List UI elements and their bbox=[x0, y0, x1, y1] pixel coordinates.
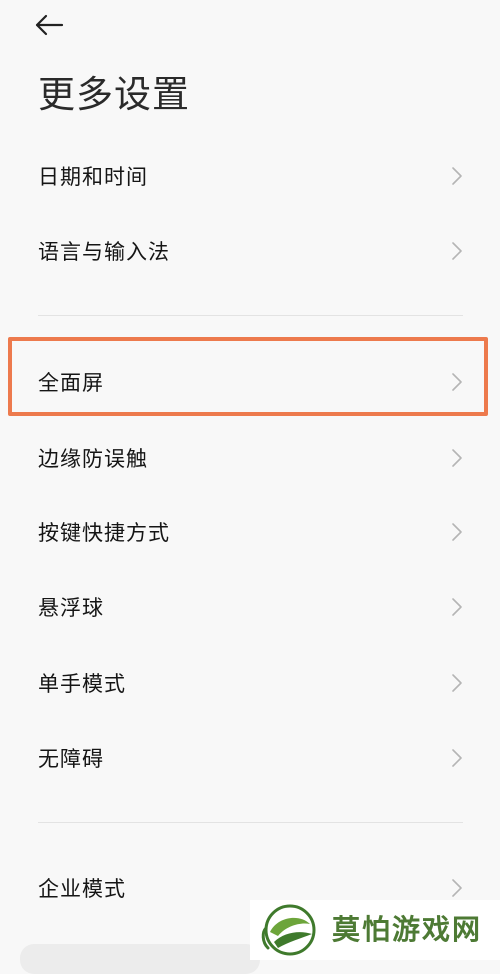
settings-item-label: 单手模式 bbox=[38, 672, 126, 696]
section-divider bbox=[38, 822, 463, 823]
settings-item-label: 日期和时间 bbox=[38, 165, 148, 189]
settings-item-label: 企业模式 bbox=[38, 877, 126, 901]
settings-item-label: 无障碍 bbox=[38, 747, 104, 771]
settings-item-label: 边缘防误触 bbox=[38, 447, 148, 471]
chevron-right-icon bbox=[452, 449, 462, 467]
settings-item-accessibility[interactable]: 无障碍 bbox=[0, 723, 500, 793]
chevron-right-icon bbox=[452, 749, 462, 767]
settings-item-button-shortcuts[interactable]: 按键快捷方式 bbox=[0, 497, 500, 567]
chevron-right-icon bbox=[452, 523, 462, 541]
page-title: 更多设置 bbox=[38, 73, 190, 116]
settings-item-label: 悬浮球 bbox=[38, 596, 104, 620]
settings-item-edge-protection[interactable]: 边缘防误触 bbox=[0, 423, 500, 493]
highlight-annotation-box bbox=[8, 337, 488, 416]
chevron-right-icon bbox=[452, 674, 462, 692]
watermark-text: 莫怕游戏网 bbox=[332, 913, 483, 946]
settings-item-label: 按键快捷方式 bbox=[38, 521, 170, 545]
back-button[interactable] bbox=[34, 8, 74, 42]
settings-item-one-handed-mode[interactable]: 单手模式 bbox=[0, 648, 500, 718]
settings-item-floating-ball[interactable]: 悬浮球 bbox=[0, 572, 500, 642]
settings-item-date-time[interactable]: 日期和时间 bbox=[0, 141, 500, 211]
section-divider bbox=[38, 315, 463, 316]
chevron-right-icon bbox=[452, 242, 462, 260]
settings-item-language-input[interactable]: 语言与输入法 bbox=[0, 216, 500, 286]
chevron-right-icon bbox=[452, 167, 462, 185]
watermark: 莫怕游戏网 bbox=[250, 900, 500, 960]
leaf-logo-icon bbox=[261, 904, 316, 956]
bottom-card bbox=[20, 944, 260, 974]
arrow-left-icon bbox=[35, 14, 64, 36]
settings-item-label: 语言与输入法 bbox=[38, 240, 170, 264]
chevron-right-icon bbox=[452, 879, 462, 897]
chevron-right-icon bbox=[452, 598, 462, 616]
